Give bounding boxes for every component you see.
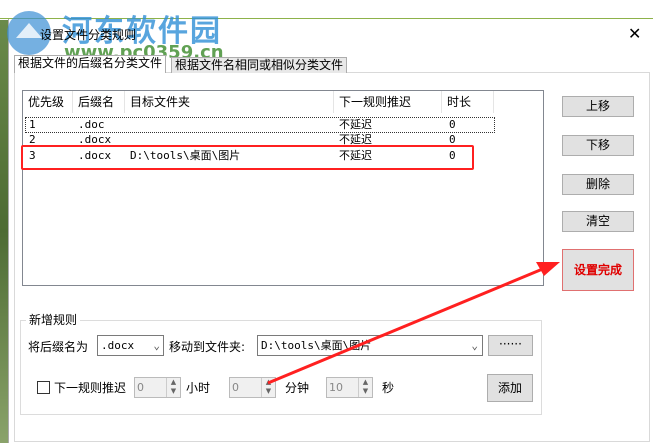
folder-select[interactable]: D:\tools\桌面\图片 ⌄ xyxy=(257,335,483,356)
tab-by-filename[interactable]: 根据文件名相同或相似分类文件 xyxy=(171,57,348,73)
cell-extension: .doc xyxy=(78,118,105,131)
minutes-value: 0 xyxy=(232,381,239,394)
col-extension[interactable]: 后缀名 xyxy=(73,91,125,113)
delete-button[interactable]: 删除 xyxy=(562,174,634,195)
group-title: 新增规则 xyxy=(26,311,81,328)
col-duration[interactable]: 时长 xyxy=(442,91,494,113)
cell-priority: 1 xyxy=(29,118,36,131)
minutes-spinner[interactable]: 0 ▲ ▼ xyxy=(229,377,276,398)
col-target-folder[interactable]: 目标文件夹 xyxy=(125,91,334,113)
extension-label: 将后缀名为 xyxy=(28,340,89,354)
minutes-label: 分钟 xyxy=(285,381,310,395)
close-button[interactable]: ✕ xyxy=(628,24,641,43)
table-row[interactable]: 1 .doc 不延迟 0 xyxy=(25,117,495,133)
move-down-button[interactable]: 下移 xyxy=(562,135,634,156)
move-to-label: 移动到文件夹: xyxy=(169,340,246,354)
folder-value: D:\tools\桌面\图片 xyxy=(261,339,372,352)
col-next-delay[interactable]: 下一规则推迟 xyxy=(334,91,442,113)
hours-spinner[interactable]: 0 ▲ ▼ xyxy=(134,377,181,398)
col-priority[interactable]: 优先级 xyxy=(23,91,73,113)
extension-select[interactable]: .docx ⌄ xyxy=(97,335,164,356)
finish-settings-button[interactable]: 设置完成 xyxy=(562,249,634,291)
add-button[interactable]: 添加 xyxy=(487,374,533,402)
window-title: 设置文件分类规则 xyxy=(40,28,137,42)
hours-value: 0 xyxy=(137,381,144,394)
chevron-down-icon: ⌄ xyxy=(471,339,478,352)
delay-label: 下一规则推迟 xyxy=(54,381,127,395)
rules-list[interactable]: 优先级 后缀名 目标文件夹 下一规则推迟 时长 1 .doc 不延迟 0 2 .… xyxy=(22,90,544,286)
seconds-spinner[interactable]: 10 ▲ ▼ xyxy=(326,377,373,398)
hours-label: 小时 xyxy=(186,381,211,395)
cell-duration: 0 xyxy=(449,118,456,131)
spinner-arrows-icon[interactable]: ▲ ▼ xyxy=(261,378,275,397)
browse-button[interactable]: ······ xyxy=(488,335,533,356)
spinner-arrows-icon[interactable]: ▲ ▼ xyxy=(166,378,180,397)
clear-button[interactable]: 清空 xyxy=(562,211,634,232)
seconds-value: 10 xyxy=(329,381,343,394)
chevron-down-icon: ⌄ xyxy=(153,339,160,352)
cell-delay: 不延迟 xyxy=(339,118,372,131)
move-up-button[interactable]: 上移 xyxy=(562,96,634,117)
extension-value: .docx xyxy=(101,339,135,352)
delay-checkbox[interactable] xyxy=(37,381,50,394)
spinner-arrows-icon[interactable]: ▲ ▼ xyxy=(358,378,372,397)
tab-by-extension[interactable]: 根据文件的后缀名分类文件 xyxy=(14,55,167,73)
seconds-label: 秒 xyxy=(382,381,395,395)
highlight-box xyxy=(21,145,474,170)
